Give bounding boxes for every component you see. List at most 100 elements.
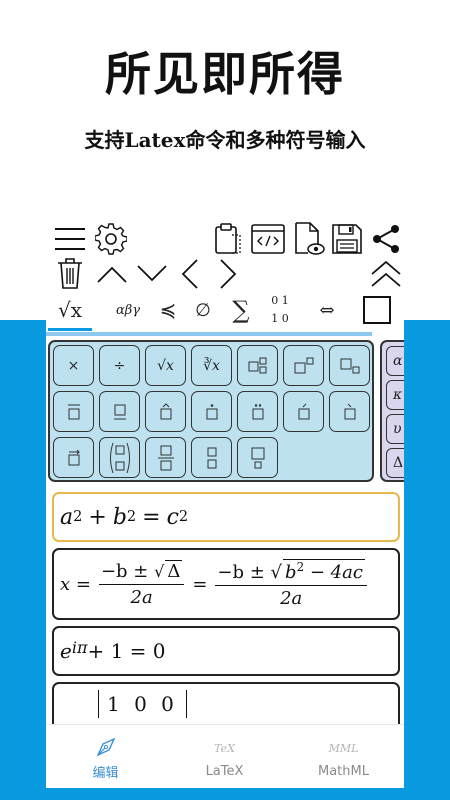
key-vector[interactable] <box>53 437 94 478</box>
key-alpha[interactable]: α <box>386 346 404 376</box>
ddot-icon <box>252 403 263 419</box>
eq1-exp-b: 2 <box>126 509 137 525</box>
key-sup-sub-template[interactable] <box>237 345 278 386</box>
eq2-num1: −b ± <box>100 561 155 582</box>
double-caret-up-icon[interactable] <box>370 258 402 290</box>
eq1-plus: + <box>88 504 107 530</box>
equation-quadratic[interactable]: x = −b ± √ Δ 2a = −b ± √ b2 − 4ac 2a <box>52 548 400 620</box>
key-grave[interactable] <box>329 391 370 432</box>
key-binomial[interactable] <box>99 437 140 478</box>
tab-matrix[interactable]: 0 1 1 0 <box>260 292 300 328</box>
key-times[interactable]: × <box>53 345 94 386</box>
eq2-num2: −b ± <box>217 562 271 583</box>
eq3-e: e <box>60 639 72 663</box>
overline-icon <box>67 404 80 419</box>
key-sub-template[interactable] <box>329 345 370 386</box>
eq2-rest: − 4ac <box>304 562 363 583</box>
key-overline[interactable] <box>53 391 94 432</box>
caret-left-icon[interactable] <box>178 258 202 290</box>
sub-template-icon <box>340 358 359 373</box>
gear-icon[interactable] <box>94 222 128 256</box>
hero-title: 所见即所得 <box>105 47 345 101</box>
tab-matrix-top: 0 1 <box>271 294 289 307</box>
pen-nib-icon <box>95 734 117 760</box>
hero-subtitle: 支持Latex命令和多种符号输入 <box>84 128 366 152</box>
key-sqrt[interactable]: √x <box>145 345 186 386</box>
caret-down-icon[interactable] <box>136 260 168 288</box>
file-preview-icon[interactable] <box>292 222 326 256</box>
tab-sum[interactable]: ∑ <box>226 292 256 328</box>
key-sup-template[interactable] <box>283 345 324 386</box>
underline-icon <box>113 404 126 419</box>
eq1-equals: = <box>142 504 161 530</box>
nav-edit-label: 编辑 <box>92 765 119 781</box>
tab-relation[interactable]: ≼ <box>154 292 182 328</box>
nav-edit[interactable]: 编辑 <box>46 725 165 788</box>
nav-latex-label: LaTeX <box>205 763 244 779</box>
caret-right-icon[interactable] <box>216 258 240 290</box>
eq2-equals: = <box>192 573 208 595</box>
key-fraction[interactable] <box>145 437 186 478</box>
fraction-icon <box>157 445 174 470</box>
key-underline[interactable] <box>99 391 140 432</box>
eq2-frac2: −b ± √ b2 − 4ac 2a <box>215 559 367 609</box>
eq2-frac1: −b ± √ Δ 2a <box>98 560 185 608</box>
tab-matrix-bottom: 1 0 <box>271 312 289 325</box>
dot-icon <box>206 403 217 419</box>
trash-icon[interactable] <box>56 256 84 290</box>
key-cuberoot[interactable]: ∛x <box>191 345 232 386</box>
eq2-lhs: x = <box>60 573 91 595</box>
equation-euler[interactable]: e iπ + 1 = 0 <box>52 626 400 676</box>
tab-box[interactable] <box>360 292 394 328</box>
key-ddot[interactable] <box>237 391 278 432</box>
sup-template-icon <box>294 357 313 373</box>
mml-logo-icon: MML <box>328 742 359 755</box>
eq1-b: b <box>112 504 127 530</box>
clipboard-icon[interactable] <box>212 222 244 256</box>
eq2-den1: 2a <box>130 587 153 608</box>
tab-divider <box>46 332 372 336</box>
eq1-a: a <box>60 504 74 530</box>
key-hat[interactable] <box>145 391 186 432</box>
tab-greek[interactable]: αβγ <box>106 292 150 328</box>
grave-icon <box>344 403 355 419</box>
equation-pythagoras[interactable]: a2 + b2 = c2 <box>52 492 400 542</box>
key-underset[interactable] <box>237 437 278 478</box>
key-acute[interactable] <box>283 391 324 432</box>
key-dot[interactable] <box>191 391 232 432</box>
box-icon <box>363 296 391 324</box>
key-upsilon[interactable]: υ <box>386 414 404 444</box>
eq3-rest: + 1 = 0 <box>87 639 166 663</box>
menu-icon[interactable] <box>52 224 88 254</box>
greek-keypad-peek: α κ υ Δ <box>380 340 404 482</box>
key-divide[interactable]: ÷ <box>99 345 140 386</box>
eq1-exp-c: 2 <box>178 509 189 525</box>
tab-set[interactable]: ∅ <box>188 292 218 328</box>
eq2-den2: 2a <box>280 588 303 609</box>
save-icon[interactable] <box>330 222 364 256</box>
selected-tab-indicator <box>48 328 92 331</box>
code-icon[interactable] <box>250 222 286 256</box>
eq2-exp: 2 <box>296 560 305 574</box>
tab-arrow[interactable]: ⇔ <box>312 292 342 328</box>
eq2-b: b <box>285 562 297 583</box>
key-delta[interactable]: Δ <box>386 448 404 478</box>
eq1-c: c <box>166 504 179 530</box>
nav-mathml[interactable]: MML MathML <box>284 725 403 788</box>
tex-logo-icon: TeX <box>214 742 235 755</box>
app-screen: √x αβγ ≼ ∅ ∑ 0 1 1 0 ⇔ × ÷ √x ∛x α κ υ Δ… <box>46 220 404 788</box>
eq2-delta: Δ <box>165 560 183 582</box>
nav-latex[interactable]: TeX LaTeX <box>165 725 284 788</box>
nav-mathml-label: MathML <box>318 763 369 779</box>
key-stack[interactable] <box>191 437 232 478</box>
key-kappa[interactable]: κ <box>386 380 404 410</box>
bottom-navigation: 编辑 TeX LaTeX MML MathML <box>46 724 404 788</box>
symbol-category-bar: √x αβγ ≼ ∅ ∑ 0 1 1 0 ⇔ <box>46 292 404 332</box>
tab-sqrt[interactable]: √x <box>48 292 92 328</box>
symbol-keypad: × ÷ √x ∛x <box>48 340 374 482</box>
sup-sub-template-icon <box>248 357 266 373</box>
caret-up-icon[interactable] <box>96 260 128 288</box>
stack-icon <box>207 447 216 468</box>
share-icon[interactable] <box>370 222 402 256</box>
hat-icon <box>160 402 171 419</box>
